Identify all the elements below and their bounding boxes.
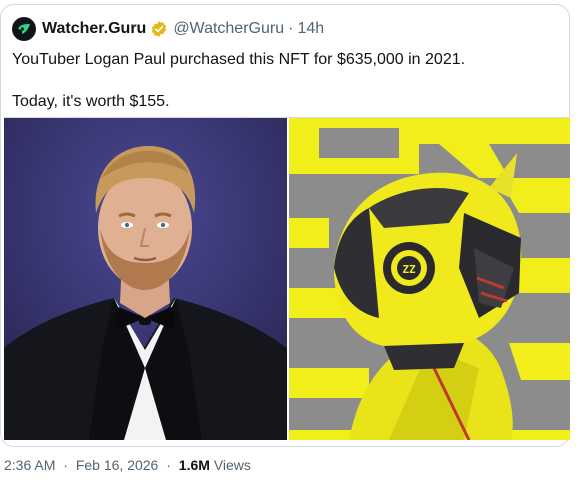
tweet-timestamp-time[interactable]: 2:36 AM (4, 457, 55, 473)
footer-separator-dot: · (63, 457, 68, 473)
tweet-text: YouTuber Logan Paul purchased this NFT f… (12, 49, 560, 113)
footer-separator-dot: · (166, 457, 171, 473)
svg-text:ZZ: ZZ (402, 263, 416, 276)
views-count: 1.6M (178, 457, 210, 473)
tweet-media[interactable]: ZZ (4, 117, 570, 440)
views-label: Views (213, 457, 251, 473)
author-avatar[interactable] (12, 17, 36, 41)
tweet-header: Watcher.Guru @WatcherGuru · 14h (12, 16, 324, 42)
tweet-footer: 2:36 AM · Feb 16, 2026 · 1.6M Views (4, 457, 251, 473)
author-name[interactable]: Watcher.Guru (42, 20, 146, 38)
tweet-text-line-1: YouTuber Logan Paul purchased this NFT f… (12, 51, 466, 68)
tweet-time-ago[interactable]: 14h (297, 20, 324, 38)
tweet-timestamp-date[interactable]: Feb 16, 2026 (76, 457, 159, 473)
author-handle[interactable]: @WatcherGuru (173, 20, 284, 38)
separator-dot: · (288, 20, 294, 37)
tweet-text-line-2: Today, it's worth $155. (12, 93, 170, 110)
media-image-photo[interactable] (4, 118, 287, 440)
verified-badge-icon[interactable] (150, 20, 168, 38)
eye-logo-icon (18, 24, 30, 34)
media-image-nft[interactable]: ZZ (289, 118, 570, 440)
